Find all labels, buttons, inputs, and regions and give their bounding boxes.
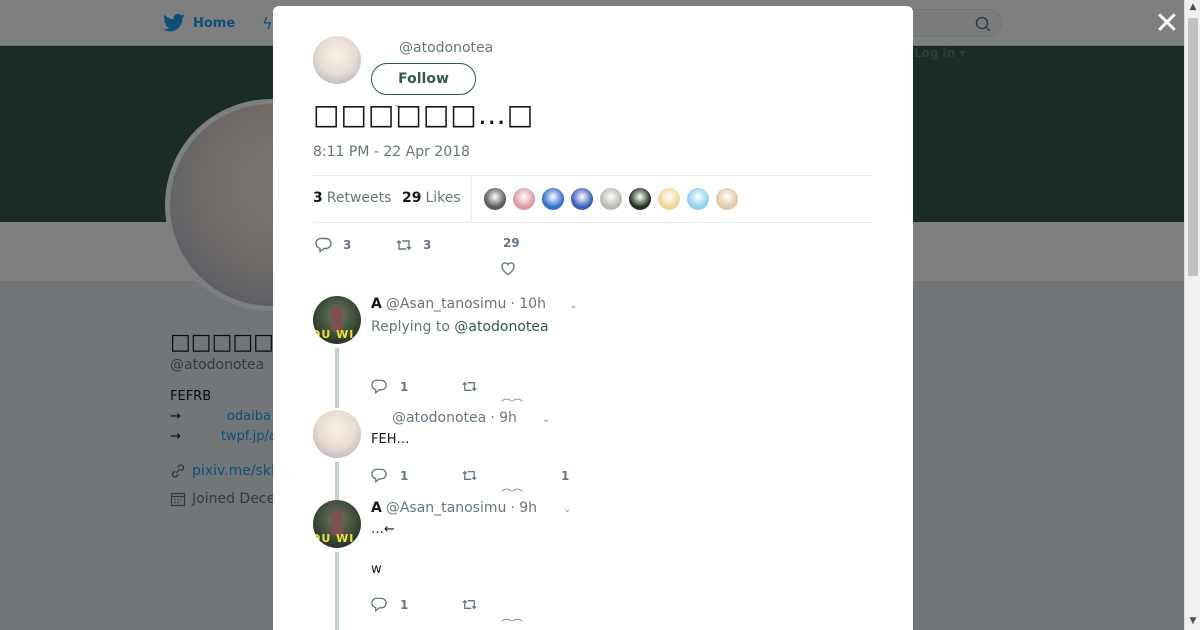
tweet-author-handle[interactable]: @atodonotea <box>399 40 493 56</box>
tweet-stats: 3 Retweets 29 Likes <box>313 175 873 223</box>
retweets-stat[interactable]: 3 Retweets <box>313 190 391 206</box>
retweet-button[interactable] <box>461 378 551 395</box>
retweet-icon <box>462 470 477 481</box>
reply-count: 3 <box>343 238 352 252</box>
reply-icon <box>371 379 387 394</box>
stats-divider <box>471 176 472 222</box>
reply-header: A @Asan_tanosimu · 10h <box>371 296 546 312</box>
retweets-count: 3 <box>313 190 323 206</box>
reply-avatar[interactable]: OU WI <box>313 296 361 344</box>
reply-button[interactable]: 1 <box>371 596 461 613</box>
tweet-actions: 3 3 29 <box>313 232 873 282</box>
reply-author-handle[interactable]: @Asan_tanosimu <box>386 500 507 516</box>
reply-time[interactable]: · 9h <box>490 410 517 426</box>
tweet-author-avatar[interactable] <box>313 36 361 84</box>
scroll-up-arrow[interactable]: ▲ <box>1188 2 1198 12</box>
retweet-count: 3 <box>423 238 432 252</box>
replying-to: Replying to @atodonotea <box>371 319 549 335</box>
reply-body: FEH… <box>371 432 410 447</box>
likers-avatars <box>483 187 739 211</box>
reply-icon <box>371 468 387 483</box>
retweet-button[interactable]: 3 <box>395 236 431 254</box>
reply-body: w <box>371 562 382 577</box>
reply-author-handle[interactable]: @atodonotea <box>392 410 486 426</box>
reply-header: @atodonotea · 9h <box>392 410 517 426</box>
reply-header: A @Asan_tanosimu · 9h <box>371 500 537 516</box>
reply-button[interactable]: 3 <box>315 236 351 254</box>
reply-icon <box>371 597 387 612</box>
likes-count: 29 <box>402 190 422 206</box>
retweet-button[interactable] <box>461 467 551 484</box>
reply-body: …← <box>371 522 395 537</box>
reply-time[interactable]: · 10h <box>510 296 546 312</box>
reply-tweet[interactable]: OU WI A @Asan_tanosimu · 9h ⌄ …← w 1 ⌒⌒ <box>313 500 873 630</box>
chevron-down-icon[interactable]: ⌄ <box>563 504 571 515</box>
likes-stat[interactable]: 29 Likes <box>402 190 461 206</box>
replying-prefix: Replying to <box>371 319 450 335</box>
thread-line <box>335 348 339 408</box>
like-count: 29 <box>503 236 520 250</box>
like-count: 1 <box>561 468 570 483</box>
liker-avatar[interactable] <box>628 187 652 211</box>
retweets-label: Retweets <box>326 190 392 206</box>
reply-actions: 1 1 <box>371 467 569 484</box>
heart-icon[interactable] <box>499 259 517 277</box>
liker-avatar[interactable] <box>657 187 681 211</box>
reply-tweet[interactable]: @atodonotea · 9h ⌄ FEH… 1 1 ⌒⌒ <box>313 410 873 504</box>
likes-label: Likes <box>425 190 461 206</box>
avatar-overlay-text: OU WI <box>313 328 355 341</box>
reply-avatar[interactable] <box>313 410 361 458</box>
heart-icon[interactable]: ⌒⌒ <box>501 616 523 630</box>
liker-avatar[interactable] <box>686 187 710 211</box>
reply-avatar[interactable]: OU WI <box>313 500 361 548</box>
reply-tweet[interactable]: OU WI A @Asan_tanosimu · 10h ⌄ Replying … <box>313 296 873 411</box>
reply-count: 1 <box>400 379 409 394</box>
close-icon[interactable]: ✕ <box>1153 9 1181 39</box>
reply-actions: 1 <box>371 596 551 613</box>
reply-count: 1 <box>400 597 409 612</box>
liker-avatar[interactable] <box>599 187 623 211</box>
chevron-down-icon[interactable]: ⌄ <box>569 300 577 311</box>
scrollbar[interactable]: ▲ ▼ <box>1184 0 1200 630</box>
follow-button[interactable]: Follow <box>371 63 476 95</box>
liker-avatar[interactable] <box>570 187 594 211</box>
tweet-text: □□□□□□…□ <box>313 98 535 131</box>
reply-author-name[interactable]: A <box>371 500 382 516</box>
liker-avatar[interactable] <box>512 187 536 211</box>
reply-actions: 1 <box>371 378 551 395</box>
avatar-overlay-text: OU WI <box>313 532 355 545</box>
tweet-timestamp[interactable]: 8:11 PM - 22 Apr 2018 <box>313 144 470 160</box>
reply-time[interactable]: · 9h <box>510 500 537 516</box>
reply-author-name[interactable]: A <box>371 296 382 312</box>
reply-author-handle[interactable]: @Asan_tanosimu <box>386 296 507 312</box>
scroll-thumb[interactable] <box>1188 18 1198 276</box>
liker-avatar[interactable] <box>715 187 739 211</box>
liker-avatar[interactable] <box>541 187 565 211</box>
chevron-down-icon[interactable]: ⌄ <box>542 414 550 425</box>
tweet-header: @atodonotea Follow ⌄ <box>313 30 873 110</box>
retweet-icon <box>396 240 412 250</box>
thread-line <box>335 462 339 504</box>
reply-icon <box>315 237 332 253</box>
tweet-modal: @atodonotea Follow ⌄ □□□□□□…□ 8:11 PM - … <box>273 6 913 630</box>
reply-count: 1 <box>400 468 409 483</box>
retweet-button[interactable] <box>461 596 551 613</box>
replying-handle[interactable]: @atodonotea <box>454 319 548 335</box>
reply-button[interactable]: 1 <box>371 378 461 395</box>
scroll-down-arrow[interactable]: ▼ <box>1188 616 1198 626</box>
thread-line <box>335 552 339 630</box>
retweet-icon <box>462 599 477 610</box>
reply-button[interactable]: 1 <box>371 467 461 484</box>
retweet-icon <box>462 381 477 392</box>
liker-avatar[interactable] <box>483 187 507 211</box>
